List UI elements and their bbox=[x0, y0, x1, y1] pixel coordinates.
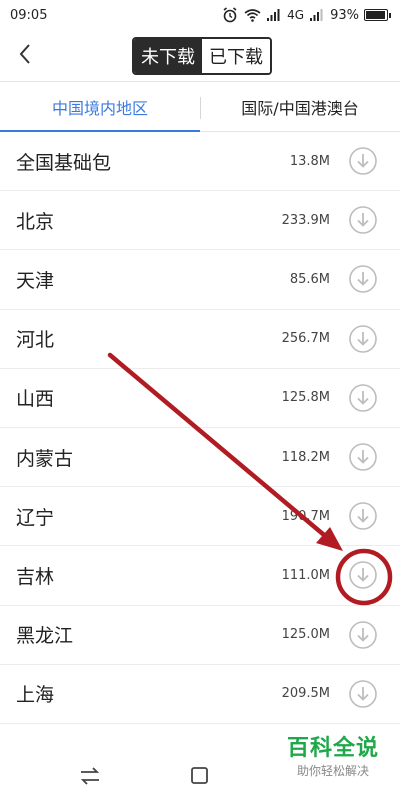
download-icon[interactable] bbox=[348, 501, 378, 531]
download-icon[interactable] bbox=[348, 205, 378, 235]
region-size: 190.7M bbox=[281, 508, 330, 524]
download-icon[interactable] bbox=[348, 264, 378, 294]
region-size: 125.8M bbox=[281, 390, 330, 406]
region-name: 上海 bbox=[16, 684, 55, 707]
region-size: 233.9M bbox=[281, 212, 330, 228]
region-row[interactable]: 内蒙古 118.2M bbox=[0, 428, 400, 488]
download-icon[interactable] bbox=[348, 442, 378, 472]
region-row[interactable]: 全国基础包 13.8M bbox=[0, 132, 400, 192]
region-size: 256.7M bbox=[281, 331, 330, 347]
region-size: 125.0M bbox=[281, 627, 330, 643]
region-name: 天津 bbox=[16, 269, 55, 292]
status-icons: 4G 93% bbox=[222, 7, 391, 23]
region-name: 黑龙江 bbox=[16, 625, 74, 648]
wifi-icon bbox=[244, 9, 261, 22]
region-size: 13.8M bbox=[289, 153, 330, 169]
region-size: 209.5M bbox=[281, 686, 330, 702]
region-row[interactable]: 辽宁 190.7M bbox=[0, 487, 400, 547]
region-name: 北京 bbox=[16, 210, 55, 233]
region-row[interactable]: 山西 125.8M bbox=[0, 369, 400, 428]
tab-international[interactable]: 国际/中国港澳台 bbox=[200, 82, 400, 131]
region-tabs: 中国境内地区 国际/中国港澳台 bbox=[0, 82, 400, 132]
region-name: 内蒙古 bbox=[16, 447, 74, 470]
signal-icon bbox=[310, 9, 323, 21]
region-row[interactable]: 河北 256.7M bbox=[0, 310, 400, 369]
battery-percent: 93% bbox=[330, 7, 359, 23]
region-name: 全国基础包 bbox=[16, 151, 112, 174]
region-row[interactable]: 黑龙江 125.0M bbox=[0, 606, 400, 665]
download-icon[interactable] bbox=[348, 679, 378, 709]
region-size: 111.0M bbox=[281, 567, 330, 583]
battery-indicator: 93% bbox=[330, 7, 391, 23]
seg-downloaded[interactable]: 已下载 bbox=[202, 39, 270, 73]
status-bar: 09:05 4G 93% bbox=[0, 0, 400, 30]
region-size: 118.2M bbox=[281, 449, 330, 465]
watermark-title: 百科全说 bbox=[286, 736, 379, 761]
seg-not-downloaded[interactable]: 未下载 bbox=[134, 39, 202, 73]
region-list: 全国基础包 13.8M 北京 233.9M 天津 85.6M 河北 256.7M 山西 125.8… bbox=[0, 132, 400, 724]
watermark: 百科全说 助你轻松解决 bbox=[270, 736, 396, 780]
region-name: 山西 bbox=[16, 388, 55, 411]
download-icon[interactable] bbox=[348, 146, 378, 176]
alarm-icon bbox=[223, 7, 237, 23]
download-status-switch: 未下载 已下载 bbox=[132, 37, 272, 75]
home-square-icon[interactable] bbox=[189, 766, 211, 786]
download-icon[interactable] bbox=[348, 324, 378, 354]
download-icon[interactable] bbox=[348, 383, 378, 413]
region-name: 吉林 bbox=[16, 565, 55, 588]
region-size: 85.6M bbox=[289, 271, 330, 287]
download-icon[interactable] bbox=[348, 620, 378, 650]
header: 未下载 已下载 bbox=[0, 30, 400, 82]
watermark-subtitle: 助你轻松解决 bbox=[296, 764, 369, 778]
battery-icon bbox=[364, 9, 391, 21]
status-time: 09:05 bbox=[10, 7, 48, 23]
network-type: 4G bbox=[287, 8, 305, 22]
region-row[interactable]: 北京 233.9M bbox=[0, 191, 400, 251]
signal-icon bbox=[267, 9, 280, 21]
switch-apps-icon[interactable] bbox=[79, 766, 101, 786]
region-row[interactable]: 上海 209.5M bbox=[0, 665, 400, 724]
region-row[interactable]: 天津 85.6M bbox=[0, 250, 400, 310]
download-icon[interactable] bbox=[348, 560, 378, 590]
region-name: 河北 bbox=[16, 329, 55, 352]
back-button[interactable] bbox=[12, 40, 38, 68]
region-row[interactable]: 吉林 111.0M bbox=[0, 546, 400, 606]
region-name: 辽宁 bbox=[16, 506, 55, 529]
tab-domestic[interactable]: 中国境内地区 bbox=[0, 82, 200, 132]
tab-divider bbox=[200, 97, 201, 119]
chevron-left-icon bbox=[19, 44, 30, 64]
